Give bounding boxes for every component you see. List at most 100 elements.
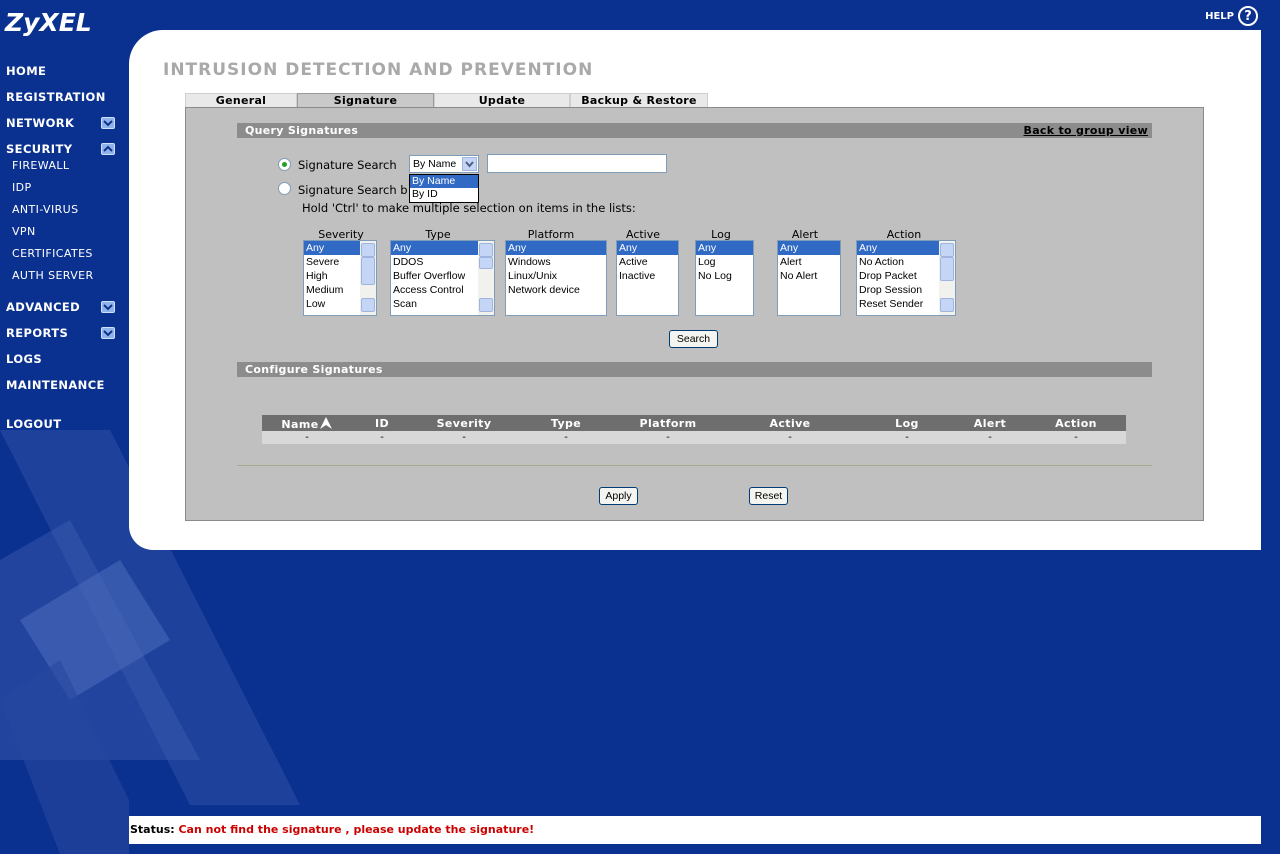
scroll-thumb[interactable] — [361, 257, 375, 285]
type-listbox[interactable]: Any DDOS Buffer Overflow Access Control … — [390, 240, 495, 316]
select-arrow[interactable] — [462, 157, 477, 171]
column-header-name[interactable]: Name — [262, 415, 352, 431]
list-item[interactable]: Alert — [778, 255, 840, 269]
list-item[interactable]: Inactive — [617, 269, 678, 283]
nav-item-registration[interactable]: REGISTRATION — [6, 90, 106, 104]
search-by-select[interactable]: By Name — [409, 155, 479, 173]
column-header-id[interactable]: ID — [352, 415, 412, 431]
list-item[interactable]: Active — [617, 255, 678, 269]
nav-sub-vpn[interactable]: VPN — [12, 225, 36, 238]
scroll-thumb[interactable] — [479, 257, 493, 269]
nav-sub-anti-virus[interactable]: ANTI-VIRUS — [12, 203, 79, 216]
nav-item-home[interactable]: HOME — [6, 64, 46, 78]
table-cell: - — [352, 431, 412, 444]
column-header-log[interactable]: Log — [860, 415, 954, 431]
list-item[interactable]: Any — [778, 241, 840, 255]
tab-general[interactable]: General — [185, 93, 297, 108]
signature-search-radio[interactable] — [278, 158, 291, 171]
column-header-platform[interactable]: Platform — [616, 415, 720, 431]
help-question-icon[interactable]: ? — [1238, 6, 1258, 26]
scrollbar[interactable] — [939, 241, 955, 315]
action-listbox[interactable]: Any No Action Drop Packet Drop Session R… — [856, 240, 956, 316]
chevron-down-icon — [103, 120, 113, 127]
search-button[interactable]: Search — [669, 330, 718, 348]
help-link[interactable]: HELP ? — [1205, 6, 1258, 26]
back-to-group-view-link[interactable]: Back to group view — [1024, 123, 1148, 138]
list-item[interactable]: No Alert — [778, 269, 840, 283]
page-title: INTRUSION DETECTION AND PREVENTION — [163, 60, 594, 80]
scroll-down-icon[interactable] — [940, 298, 954, 312]
scrollbar[interactable] — [360, 241, 376, 315]
table-cell: - — [720, 431, 860, 444]
scroll-up-icon[interactable] — [479, 243, 493, 257]
tab-signature[interactable]: Signature — [297, 93, 434, 108]
nav-item-reports[interactable]: REPORTS — [6, 326, 68, 340]
scrollbar[interactable] — [478, 241, 494, 315]
apply-button[interactable]: Apply — [599, 487, 638, 505]
list-item[interactable]: Linux/Unix — [506, 269, 606, 283]
network-expand-toggle[interactable] — [101, 117, 115, 129]
column-header-alert[interactable]: Alert — [954, 415, 1026, 431]
signature-search-input[interactable] — [487, 154, 667, 173]
dropdown-option-by-id[interactable]: By ID — [410, 188, 478, 201]
table-cell: - — [262, 431, 352, 444]
nav-sub-auth-server[interactable]: AUTH SERVER — [12, 269, 94, 282]
chevron-down-icon — [103, 304, 113, 311]
zyxel-logo: ZyXEL — [4, 8, 92, 37]
nav-item-network[interactable]: NETWORK — [6, 116, 74, 130]
sort-ascending-icon[interactable] — [319, 416, 333, 430]
list-item[interactable]: Any — [506, 241, 606, 255]
nav-item-advanced[interactable]: ADVANCED — [6, 300, 80, 314]
scroll-thumb[interactable] — [940, 257, 954, 281]
logo-text: ZyXEL — [4, 8, 92, 37]
column-header-active[interactable]: Active — [720, 415, 860, 431]
column-header-action[interactable]: Action — [1026, 415, 1126, 431]
list-item[interactable]: Any — [696, 241, 753, 255]
configure-signatures-header: Configure Signatures — [237, 362, 1152, 377]
scroll-down-icon[interactable] — [479, 298, 493, 312]
signature-search-by-attributes-radio[interactable] — [278, 182, 291, 195]
list-item[interactable]: No Log — [696, 269, 753, 283]
name-header-label: Name — [281, 417, 319, 431]
chevron-down-icon — [103, 330, 113, 337]
section-divider — [237, 465, 1152, 466]
help-label: HELP — [1205, 10, 1234, 22]
active-listbox[interactable]: Any Active Inactive — [616, 240, 679, 316]
column-header-type[interactable]: Type — [516, 415, 616, 431]
tab-backup-restore[interactable]: Backup & Restore — [570, 93, 708, 108]
table-header-row: Name ID Severity Type Platform Active Lo… — [262, 415, 1126, 431]
reports-expand-toggle[interactable] — [101, 327, 115, 339]
signature-search-by-attributes-label: Signature Search b — [298, 183, 408, 197]
list-item[interactable]: Log — [696, 255, 753, 269]
nav-item-maintenance[interactable]: MAINTENANCE — [6, 378, 105, 392]
nav-sub-certificates[interactable]: CERTIFICATES — [12, 247, 93, 260]
platform-listbox[interactable]: Any Windows Linux/Unix Network device — [505, 240, 607, 316]
reset-button[interactable]: Reset — [749, 487, 788, 505]
nav-item-logout[interactable]: LOGOUT — [6, 417, 62, 431]
search-by-value: By Name — [413, 158, 457, 170]
log-listbox[interactable]: Any Log No Log — [695, 240, 754, 316]
tab-update[interactable]: Update — [434, 93, 570, 108]
security-collapse-toggle[interactable] — [101, 143, 115, 155]
scroll-up-icon[interactable] — [940, 243, 954, 257]
column-header-severity[interactable]: Severity — [412, 415, 516, 431]
nav-sub-idp[interactable]: IDP — [12, 181, 32, 194]
severity-listbox[interactable]: Any Severe High Medium Low — [303, 240, 377, 316]
nav-item-logs[interactable]: LOGS — [6, 352, 42, 366]
list-item[interactable]: Network device — [506, 283, 606, 297]
query-section-title: Query Signatures — [245, 124, 359, 137]
advanced-expand-toggle[interactable] — [101, 301, 115, 313]
chevron-up-icon — [103, 145, 113, 152]
table-cell: - — [516, 431, 616, 444]
scroll-up-icon[interactable] — [361, 243, 375, 257]
nav-sub-firewall[interactable]: FIREWALL — [12, 159, 69, 172]
dropdown-option-by-name[interactable]: By Name — [410, 175, 478, 188]
scroll-down-icon[interactable] — [361, 298, 375, 312]
alert-listbox[interactable]: Any Alert No Alert — [777, 240, 841, 316]
list-item[interactable]: Windows — [506, 255, 606, 269]
list-item[interactable]: Any — [617, 241, 678, 255]
table-cell: - — [1026, 431, 1126, 444]
signatures-table: Name ID Severity Type Platform Active Lo… — [262, 415, 1126, 444]
nav-item-security[interactable]: SECURITY — [6, 142, 72, 156]
table-row: - - - - - - - - - — [262, 431, 1126, 444]
